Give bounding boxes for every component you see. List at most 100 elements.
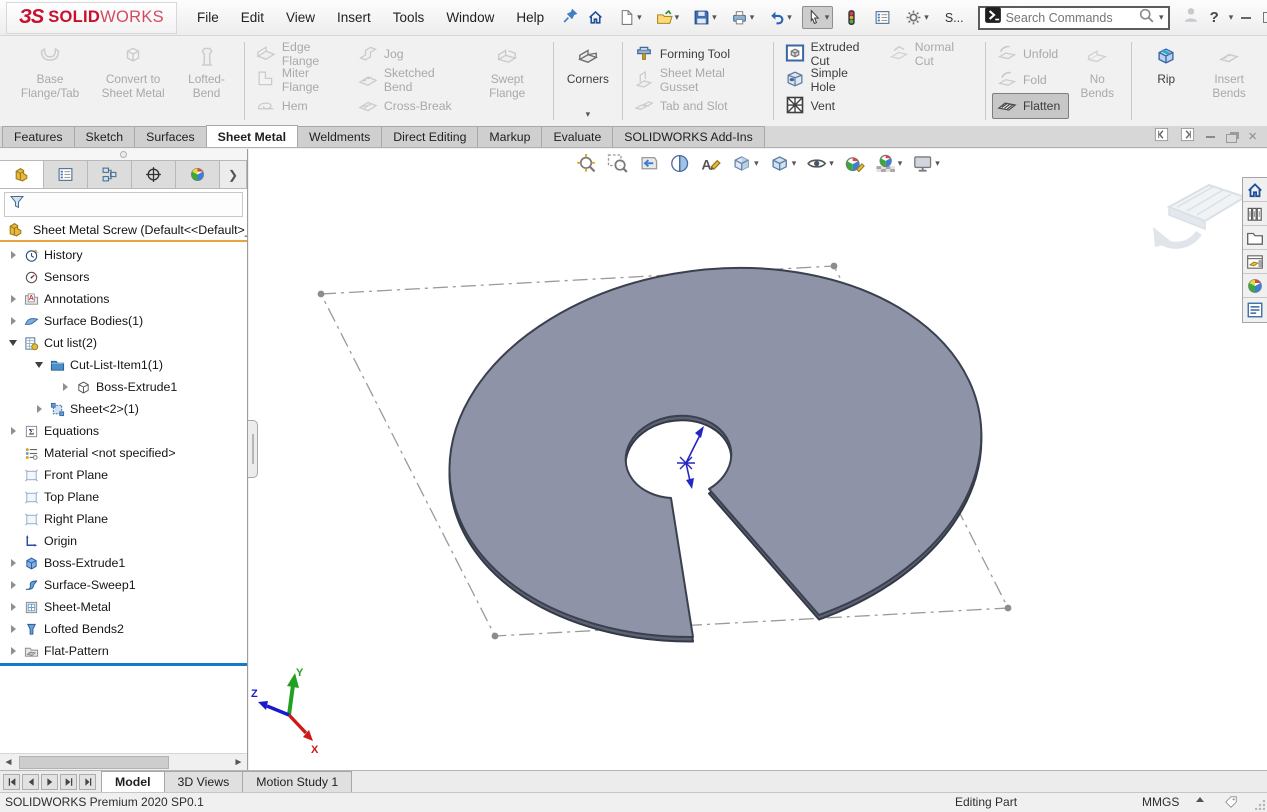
help-button[interactable]: ? [1210, 9, 1219, 26]
tree-item-equations[interactable]: ΣEquations [0, 420, 247, 442]
custom-properties-button[interactable] [1243, 298, 1267, 322]
tree-collapsed-arrow-icon[interactable] [6, 295, 20, 303]
design-library-button[interactable] [1243, 202, 1267, 226]
section-view-button[interactable] [668, 152, 691, 175]
tree-item-sensors[interactable]: Sensors [0, 266, 247, 288]
dropdown-caret-icon[interactable]: ▾ [792, 159, 797, 168]
dropdown-caret-icon[interactable]: ▾ [675, 13, 680, 22]
scroll-right-icon[interactable]: ► [230, 757, 247, 768]
edit-appearance-button[interactable] [843, 152, 866, 175]
print-button[interactable]: ▾ [727, 6, 759, 29]
search-caret-icon[interactable]: ▾ [1159, 13, 1164, 22]
tree-item-sheet-metal[interactable]: Sheet-Metal [0, 596, 247, 618]
flatten-button[interactable]: Flatten [992, 93, 1069, 119]
apply-scene-button[interactable]: ▾ [874, 152, 904, 175]
zoom-to-area-button[interactable] [606, 152, 629, 175]
corners-button[interactable]: Corners▾ [560, 38, 616, 124]
rebuild-button[interactable] [839, 6, 864, 29]
tree-item-top-plane[interactable]: Top Plane [0, 486, 247, 508]
units-selector[interactable]: MMGS [1142, 795, 1179, 809]
restore-button[interactable]: ↔ [1263, 12, 1267, 23]
part-top-face[interactable] [449, 268, 981, 637]
tree-collapsed-arrow-icon[interactable] [6, 559, 20, 567]
panel-horizontal-scrollbar[interactable]: ◄ ► [0, 753, 247, 770]
tab-sheet-metal[interactable]: Sheet Metal [206, 125, 298, 147]
displaymanager-tab[interactable] [176, 161, 220, 188]
toolbar-overflow-button[interactable]: S... [939, 8, 970, 28]
document-close-button[interactable]: × [1248, 129, 1257, 144]
tree-expanded-arrow-icon[interactable] [6, 340, 20, 346]
resize-grip[interactable] [1255, 800, 1265, 810]
dropdown-caret-icon[interactable]: ▾ [712, 13, 717, 22]
tree-expanded-arrow-icon[interactable] [32, 362, 46, 368]
tree-item-right-plane[interactable]: Right Plane [0, 508, 247, 530]
file-explorer-button[interactable] [1243, 226, 1267, 250]
undo-button[interactable]: ▾ [764, 6, 796, 29]
tree-item-sheet-2-1[interactable]: Sheet<2>(1) [0, 398, 247, 420]
motion-next-button[interactable] [41, 774, 58, 790]
model-view[interactable]: Y Z X [249, 149, 1267, 770]
help-caret-icon[interactable]: ▾ [1229, 13, 1234, 22]
tab-markup[interactable]: Markup [477, 126, 542, 147]
scrollbar-thumb[interactable] [19, 756, 169, 769]
tab-weldments[interactable]: Weldments [297, 126, 382, 147]
rollback-bar[interactable] [0, 663, 247, 666]
tree-item-boss-extrude1[interactable]: Boss-Extrude1 [0, 552, 247, 574]
pane-next-icon[interactable] [1180, 127, 1195, 147]
dropdown-caret-icon[interactable]: ▾ [924, 13, 929, 22]
view-settings-button[interactable]: ▾ [911, 152, 941, 175]
tree-item-flat-pattern[interactable]: Flat-Pattern [0, 640, 247, 662]
flat-pattern-part[interactable] [449, 268, 981, 642]
bottom-tab-model[interactable]: Model [101, 771, 165, 792]
view-orientation-button[interactable]: ▾ [730, 152, 760, 175]
pin-menu-button[interactable] [558, 4, 583, 32]
tree-item-cut-list-2[interactable]: Cut list(2) [0, 332, 247, 354]
panel-collapse-handle[interactable] [248, 420, 258, 478]
tree-collapsed-arrow-icon[interactable] [6, 603, 20, 611]
document-restore-button[interactable] [1226, 134, 1237, 143]
motion-playbar-button[interactable] [79, 774, 96, 790]
tree-collapsed-arrow-icon[interactable] [6, 647, 20, 655]
panel-flyout-chevron[interactable]: ❯ [220, 161, 246, 188]
tree-collapsed-arrow-icon[interactable] [6, 581, 20, 589]
units-caret-icon[interactable] [1196, 797, 1204, 802]
tab-evaluate[interactable]: Evaluate [541, 126, 613, 147]
dimxpertmanager-tab[interactable] [132, 161, 176, 188]
dropdown-caret-icon[interactable]: ▾ [750, 13, 755, 22]
settings-button[interactable]: ▾ [901, 6, 933, 29]
minimize-button[interactable] [1241, 17, 1251, 19]
search-input[interactable] [1006, 11, 1134, 25]
select-button[interactable]: ▾ [802, 6, 834, 29]
panel-splitter[interactable] [0, 149, 247, 160]
tab-solidworks-add-ins[interactable]: SOLIDWORKS Add-Ins [612, 126, 764, 147]
display-style-button[interactable]: ▾ [768, 152, 798, 175]
motion-last-button[interactable] [60, 774, 77, 790]
dropdown-caret-icon[interactable]: ▾ [825, 13, 830, 22]
tab-surfaces[interactable]: Surfaces [134, 126, 207, 147]
dropdown-caret-icon[interactable]: ▾ [935, 159, 940, 168]
dropdown-caret-icon[interactable]: ▾ [829, 159, 834, 168]
dropdown-caret-icon[interactable]: ▾ [787, 13, 792, 22]
propertymanager-tab[interactable] [44, 161, 88, 188]
dropdown-caret-icon[interactable]: ▾ [586, 110, 591, 121]
previous-view-button[interactable] [637, 152, 660, 175]
dropdown-caret-icon[interactable]: ▾ [637, 13, 642, 22]
tree-item-history[interactable]: History [0, 244, 247, 266]
tab-direct-editing[interactable]: Direct Editing [381, 126, 478, 147]
motion-first-button[interactable] [3, 774, 20, 790]
tree-collapsed-arrow-icon[interactable] [58, 383, 72, 391]
menu-insert[interactable]: Insert [337, 10, 371, 25]
tree-item-cut-list-item1-1[interactable]: Cut-List-Item1(1) [0, 354, 247, 376]
vent-button[interactable]: Vent [780, 93, 884, 119]
motion-prev-button[interactable] [22, 774, 39, 790]
zoom-to-fit-button[interactable] [575, 152, 598, 175]
tree-item-material-not-specified[interactable]: Material <not specified> [0, 442, 247, 464]
save-button[interactable]: ▾ [689, 6, 721, 29]
search-icon[interactable] [1138, 7, 1155, 29]
extruded-cut-button[interactable]: Extruded Cut [780, 41, 884, 67]
tree-collapsed-arrow-icon[interactable] [6, 427, 20, 435]
tree-collapsed-arrow-icon[interactable] [6, 625, 20, 633]
tree-item-annotations[interactable]: AAnnotations [0, 288, 247, 310]
tree-collapsed-arrow-icon[interactable] [32, 405, 46, 413]
pane-previous-icon[interactable] [1154, 127, 1169, 147]
